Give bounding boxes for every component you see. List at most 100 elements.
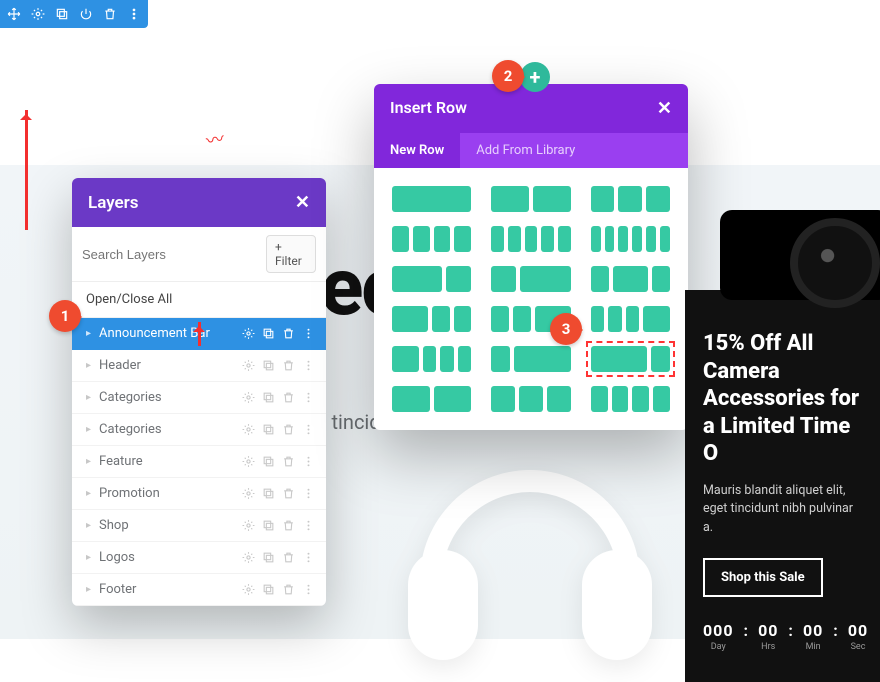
layer-item[interactable]: ▸ Categories	[72, 382, 326, 414]
layer-duplicate-icon[interactable]	[262, 359, 276, 373]
layer-more-icon[interactable]	[302, 519, 316, 533]
layer-item[interactable]: ▸Categories	[72, 414, 326, 446]
layer-gear-icon[interactable]	[242, 391, 256, 405]
layers-close-icon[interactable]: ✕	[295, 192, 310, 213]
layer-more-icon[interactable]	[302, 455, 316, 469]
layer-trash-icon[interactable]	[282, 423, 296, 437]
promo-countdown: 000Day:00Hrs:00Min:00Sec	[703, 621, 862, 652]
layer-trash-icon[interactable]	[282, 519, 296, 533]
layer-gear-icon[interactable]	[242, 327, 256, 341]
camera-lens-image	[720, 210, 880, 300]
row-layout-option[interactable]	[491, 266, 570, 292]
layer-item-label: Feature	[99, 454, 242, 469]
layer-more-icon[interactable]	[302, 487, 316, 501]
row-layout-option[interactable]	[392, 266, 471, 292]
layer-duplicate-icon[interactable]	[262, 391, 276, 405]
row-layout-option[interactable]	[591, 226, 670, 252]
layer-item[interactable]: ▸ Shop	[72, 510, 326, 542]
countdown-cell: 00Min	[803, 621, 823, 652]
layer-trash-icon[interactable]	[282, 551, 296, 565]
layer-more-icon[interactable]	[302, 359, 316, 373]
layer-more-icon[interactable]	[302, 423, 316, 437]
countdown-cell: 00Sec	[848, 621, 868, 652]
layer-gear-icon[interactable]	[242, 583, 256, 597]
row-layout-option[interactable]	[491, 226, 570, 252]
chevron-right-icon: ▸	[86, 488, 91, 499]
layer-gear-icon[interactable]	[242, 423, 256, 437]
layer-item[interactable]: ▸Promotion	[72, 478, 326, 510]
promo-cta-button[interactable]: Shop this Sale	[703, 558, 823, 597]
chevron-right-icon: ▸	[86, 392, 91, 403]
layer-item[interactable]: ▸Footer	[72, 574, 326, 606]
tab-new-row[interactable]: New Row	[374, 133, 460, 168]
row-layout-option[interactable]	[591, 266, 670, 292]
layer-item[interactable]: ▸Logos	[72, 542, 326, 574]
annotation-squiggle: 〰	[204, 125, 226, 154]
insert-row-close-icon[interactable]: ✕	[657, 98, 672, 119]
countdown-value: 00	[803, 621, 823, 640]
layer-duplicate-icon[interactable]	[262, 583, 276, 597]
layer-trash-icon[interactable]	[282, 391, 296, 405]
row-layout-option[interactable]	[392, 186, 471, 212]
layer-duplicate-icon[interactable]	[262, 423, 276, 437]
toolbar-power-icon[interactable]	[76, 4, 96, 24]
toolbar-gear-icon[interactable]	[28, 4, 48, 24]
countdown-separator: :	[833, 621, 838, 652]
toolbar-trash-icon[interactable]	[100, 4, 120, 24]
layer-trash-icon[interactable]	[282, 327, 296, 341]
layer-item-label: Footer	[99, 582, 242, 597]
annotation-arrow-up	[25, 110, 28, 230]
layer-trash-icon[interactable]	[282, 583, 296, 597]
layer-more-icon[interactable]	[302, 583, 316, 597]
chevron-right-icon: ▸	[86, 520, 91, 531]
row-layout-option[interactable]	[392, 386, 471, 412]
row-layout-option[interactable]	[392, 226, 471, 252]
row-layout-option[interactable]	[491, 346, 570, 372]
layers-filter-button[interactable]: + Filter	[266, 235, 316, 273]
layer-more-icon[interactable]	[302, 551, 316, 565]
row-layout-option[interactable]	[392, 306, 471, 332]
layer-item-label: Shop	[99, 518, 242, 533]
layer-gear-icon[interactable]	[242, 359, 256, 373]
layer-duplicate-icon[interactable]	[262, 327, 276, 341]
row-layout-option[interactable]	[491, 386, 570, 412]
countdown-label: Sec	[848, 642, 868, 652]
layer-duplicate-icon[interactable]	[262, 455, 276, 469]
toolbar-duplicate-icon[interactable]	[52, 4, 72, 24]
layer-gear-icon[interactable]	[242, 551, 256, 565]
layer-gear-icon[interactable]	[242, 487, 256, 501]
row-layout-option[interactable]	[491, 186, 570, 212]
layer-more-icon[interactable]	[302, 327, 316, 341]
row-layout-option[interactable]	[392, 346, 471, 372]
layer-item[interactable]: ▸Feature	[72, 446, 326, 478]
layer-item-label: Announcement Bar	[99, 326, 242, 341]
layer-trash-icon[interactable]	[282, 455, 296, 469]
layer-duplicate-icon[interactable]	[262, 519, 276, 533]
layer-item[interactable]: ▸Header	[72, 350, 326, 382]
insert-row-panel: Insert Row ✕ New Row Add From Library	[374, 84, 688, 430]
insert-row-tabs: New Row Add From Library	[374, 133, 688, 168]
layer-more-icon[interactable]	[302, 391, 316, 405]
layers-search-input[interactable]	[82, 247, 258, 262]
layer-trash-icon[interactable]	[282, 359, 296, 373]
countdown-separator: :	[744, 621, 749, 652]
row-layout-option[interactable]	[591, 346, 670, 372]
toolbar-more-icon[interactable]	[124, 4, 144, 24]
countdown-cell: 00Hrs	[758, 621, 778, 652]
row-layout-option[interactable]	[591, 306, 670, 332]
layer-gear-icon[interactable]	[242, 519, 256, 533]
toolbar-move-icon[interactable]	[4, 4, 24, 24]
layer-duplicate-icon[interactable]	[262, 487, 276, 501]
row-layout-grid	[374, 168, 688, 430]
layer-duplicate-icon[interactable]	[262, 551, 276, 565]
tab-add-from-library[interactable]: Add From Library	[460, 133, 591, 168]
layer-item-label: Categories	[99, 390, 242, 405]
layer-trash-icon[interactable]	[282, 487, 296, 501]
row-layout-option[interactable]	[591, 186, 670, 212]
layers-open-close-all[interactable]: Open/Close All	[72, 282, 326, 318]
layers-panel: Layers ✕ + Filter Open/Close All ▸Announ…	[72, 178, 326, 606]
promo-heading: 15% Off All Camera Accessories for a Lim…	[703, 330, 862, 468]
layer-gear-icon[interactable]	[242, 455, 256, 469]
row-layout-option[interactable]	[591, 386, 670, 412]
countdown-cell: 000Day	[703, 621, 734, 652]
